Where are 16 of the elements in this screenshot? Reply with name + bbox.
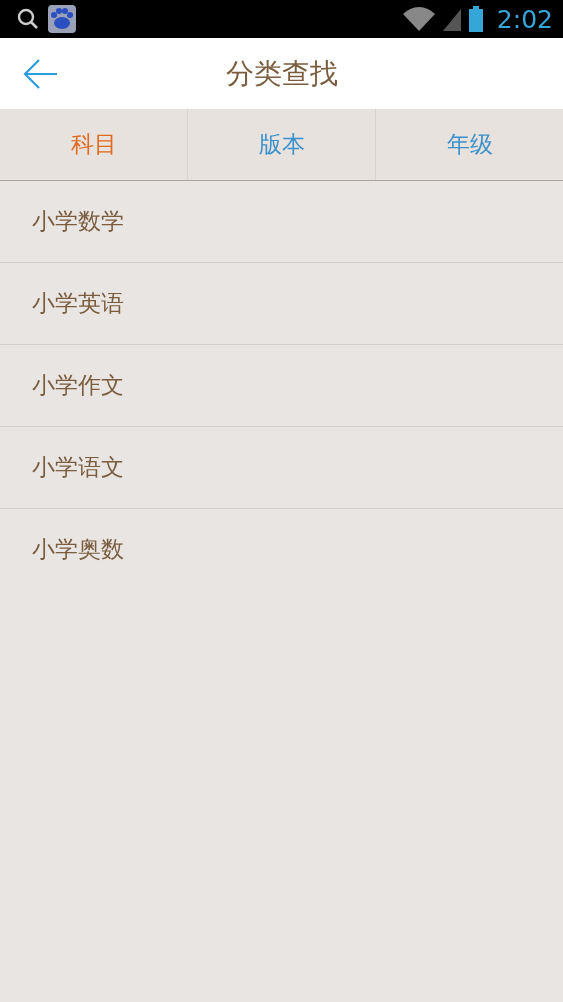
page-title: 分类查找 — [225, 55, 338, 92]
list-item[interactable]: 小学作文 — [0, 345, 563, 427]
battery-icon — [468, 6, 483, 32]
back-arrow-icon[interactable] — [23, 58, 59, 90]
filter-tab[interactable]: 科目 — [0, 109, 187, 180]
search-icon — [16, 7, 40, 31]
list-item[interactable]: 小学数学 — [0, 181, 563, 263]
list-item[interactable]: 小学英语 — [0, 263, 563, 345]
clock-time: 2:02 — [496, 4, 553, 34]
wifi-icon — [402, 7, 435, 31]
paw-app-icon — [48, 5, 76, 33]
signal-icon — [442, 7, 461, 31]
list-item[interactable]: 小学语文 — [0, 427, 563, 509]
list-item[interactable]: 小学奥数 — [0, 509, 563, 590]
filter-tab[interactable]: 版本 — [187, 109, 375, 180]
filter-tab[interactable]: 年级 — [375, 109, 563, 180]
